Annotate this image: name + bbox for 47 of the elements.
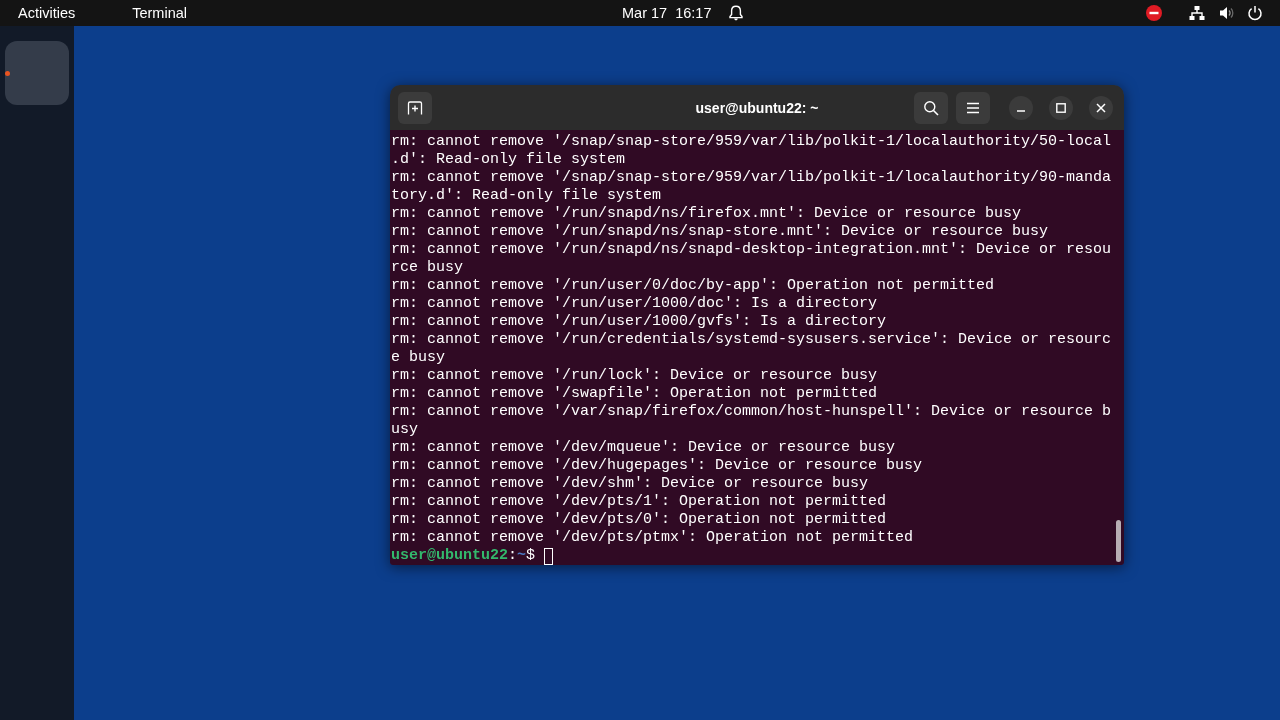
search-icon	[923, 99, 939, 116]
power-icon[interactable]	[1247, 5, 1263, 21]
app-menu[interactable]: Terminal	[132, 3, 187, 23]
maximize-icon	[1056, 102, 1066, 113]
new-tab-icon	[407, 99, 423, 116]
terminal-line: rm: cannot remove '/run/user/0/doc/by-app': Operation not permitted	[391, 277, 996, 295]
speaker-icon[interactable]	[1219, 5, 1235, 21]
search-button[interactable]	[914, 91, 948, 124]
minimize-button[interactable]	[1009, 95, 1033, 120]
window-title: user@ubuntu22: ~	[695, 99, 819, 116]
new-tab-button[interactable]	[398, 91, 432, 124]
minimize-icon	[1017, 110, 1025, 112]
network-icon[interactable]	[1189, 5, 1205, 21]
shell-prompt: user@ubuntu22:~$	[391, 547, 536, 565]
close-icon	[1096, 102, 1106, 113]
bell-icon[interactable]	[728, 5, 743, 21]
terminal-line: rm: cannot remove '/run/snapd/ns/snap-store.mnt': Device or resource busy	[391, 223, 1050, 241]
terminal-line: rm: cannot remove '/dev/shm': Device or resource busy	[391, 475, 870, 493]
minus-circle-icon[interactable]	[1146, 5, 1162, 21]
terminal-line: rm: cannot remove '/run/lock': Device or resource busy	[391, 367, 879, 385]
terminal-line: rm: cannot remove '/dev/pts/ptmx': Operation not permitted	[391, 529, 915, 547]
terminal-line: tory.d': Read-only file system	[391, 187, 663, 205]
terminal-line: rm: cannot remove '/swapfile': Operation not permitted	[391, 385, 879, 403]
clock[interactable]: Mar 17 16:17	[622, 3, 712, 23]
terminal-line: usy	[391, 421, 419, 439]
terminal-line: rm: cannot remove '/dev/mqueue': Device or resource busy	[391, 439, 897, 457]
terminal-line: rm: cannot remove '/run/credentials/systemd-sysusers.service': Device or resourc	[391, 331, 1113, 349]
terminal-line: rm: cannot remove '/dev/pts/0': Operation not permitted	[391, 511, 888, 529]
terminal-line: rm: cannot remove '/var/snap/firefox/common/host-hunspell': Device or resource b	[391, 403, 1113, 421]
terminal-line: rm: cannot remove '/run/user/1000/doc': Is a directory	[391, 295, 879, 313]
close-button[interactable]	[1089, 95, 1113, 120]
activities-button[interactable]: Activities	[18, 3, 76, 23]
terminal-line: e busy	[391, 349, 446, 367]
terminal-line: rce busy	[391, 259, 464, 277]
terminal-line: rm: cannot remove '/snap/snap-store/959/var/lib/polkit-1/localauthority/50-local	[391, 133, 1113, 151]
terminal-line: rm: cannot remove '/run/snapd/ns/snapd-desktop-integration.mnt': Device or resou	[391, 241, 1113, 259]
terminal-line: rm: cannot remove '/dev/hugepages': Device or resource busy	[391, 457, 924, 475]
terminal-line: rm: cannot remove '/run/user/1000/gvfs': Is a directory	[391, 313, 888, 331]
block-cursor-icon	[544, 547, 554, 565]
terminal-line: rm: cannot remove '/snap/snap-store/959/var/lib/polkit-1/localauthority/90-manda	[391, 169, 1113, 187]
terminal-line: .d': Read-only file system	[391, 151, 627, 169]
menu-icon	[966, 101, 980, 114]
scrollbar[interactable]	[1116, 520, 1121, 562]
maximize-button[interactable]	[1049, 95, 1073, 120]
terminal-line: rm: cannot remove '/dev/pts/1': Operation not permitted	[391, 493, 888, 511]
menu-button[interactable]	[956, 91, 990, 124]
terminal-line: rm: cannot remove '/run/snapd/ns/firefox.mnt': Device or resource busy	[391, 205, 1023, 223]
